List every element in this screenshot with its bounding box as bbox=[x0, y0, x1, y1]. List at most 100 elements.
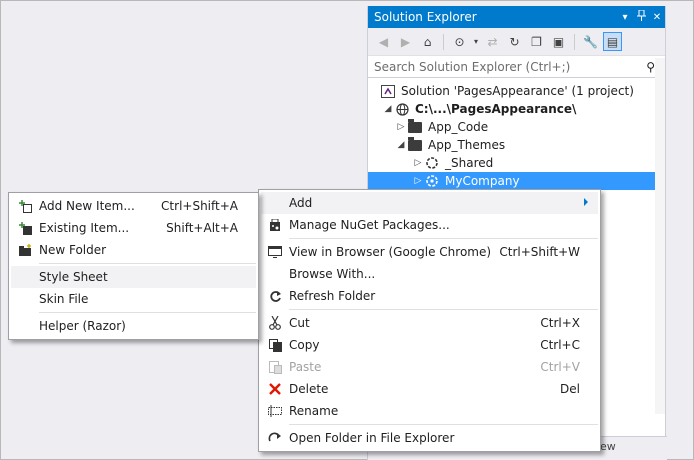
menu-separator bbox=[39, 263, 256, 264]
theme-icon bbox=[424, 156, 440, 170]
submenu-arrow-icon bbox=[584, 198, 588, 206]
expanded-arrow-icon[interactable]: ◢ bbox=[382, 104, 394, 114]
menu-item-open-folder-in-explorer[interactable]: Open Folder in File Explorer bbox=[261, 427, 598, 449]
solution-tree: Solution 'PagesAppearance' (1 project) ◢… bbox=[368, 82, 665, 190]
expanded-arrow-icon[interactable]: ◢ bbox=[395, 140, 407, 150]
tree-item-label: C:\...\PagesAppearance\ bbox=[415, 102, 577, 116]
submenu-item-helper-razor[interactable]: Helper (Razor) bbox=[11, 315, 256, 337]
panel-title: Solution Explorer bbox=[374, 10, 477, 24]
menu-item-view-in-browser[interactable]: View in Browser (Google Chrome) Ctrl+Shi… bbox=[261, 241, 598, 263]
submenu-item-style-sheet[interactable]: Style Sheet bbox=[11, 266, 256, 288]
paste-icon bbox=[261, 360, 289, 374]
solution-explorer-titlebar: Solution Explorer ▾ ✕ bbox=[368, 6, 665, 28]
tree-item-label: MyCompany bbox=[445, 174, 520, 188]
menu-item-label: Add bbox=[289, 196, 313, 210]
menu-item-manage-nuget[interactable]: Manage NuGet Packages... bbox=[261, 214, 598, 236]
menu-item-label: Copy bbox=[289, 338, 320, 352]
home-icon[interactable]: ⌂ bbox=[418, 32, 437, 51]
menu-separator bbox=[289, 238, 598, 239]
submenu-item-existing-item[interactable]: Existing Item... Shift+Alt+A bbox=[11, 217, 256, 239]
menu-item-paste[interactable]: Paste Ctrl+V bbox=[261, 356, 598, 378]
tree-item-label: App_Themes bbox=[428, 138, 506, 152]
collapsed-arrow-icon[interactable]: ▷ bbox=[395, 122, 407, 132]
show-all-files-icon[interactable]: ▣ bbox=[549, 32, 568, 51]
tree-item-label: _Shared bbox=[445, 156, 494, 170]
add-existing-item-icon bbox=[11, 221, 39, 235]
menu-separator bbox=[39, 312, 256, 313]
menu-item-delete[interactable]: Delete Del bbox=[261, 378, 598, 400]
folder-icon bbox=[407, 118, 423, 134]
refresh-icon bbox=[261, 290, 289, 303]
menu-item-shortcut: Del bbox=[560, 382, 580, 396]
add-submenu: Add New Item... Ctrl+Shift+A Existing It… bbox=[8, 192, 259, 340]
menu-item-label: Add New Item... bbox=[39, 199, 135, 213]
menu-item-shortcut: Ctrl+V bbox=[540, 360, 580, 374]
menu-item-label: Rename bbox=[289, 404, 339, 418]
tree-item-shared-theme[interactable]: ▷ _Shared bbox=[368, 154, 665, 172]
menu-item-label: Existing Item... bbox=[39, 221, 130, 235]
menu-item-label: Refresh Folder bbox=[289, 289, 376, 303]
forward-icon[interactable]: ▶ bbox=[396, 32, 415, 51]
close-icon[interactable]: ✕ bbox=[649, 12, 665, 23]
menu-item-refresh-folder[interactable]: Refresh Folder bbox=[261, 285, 598, 307]
menu-item-label: Manage NuGet Packages... bbox=[289, 218, 450, 232]
menu-item-label: Helper (Razor) bbox=[39, 319, 126, 333]
menu-item-shortcut: Ctrl+Shift+W bbox=[499, 245, 580, 259]
menu-item-shortcut: Ctrl+X bbox=[540, 316, 580, 330]
menu-item-label: Browse With... bbox=[289, 267, 376, 281]
chevron-down-icon[interactable]: ▾ bbox=[472, 32, 480, 51]
menu-item-add[interactable]: Add bbox=[261, 192, 598, 214]
open-folder-icon bbox=[261, 432, 289, 444]
sync-icon[interactable]: ⇄ bbox=[483, 32, 502, 51]
tree-item-label: App_Code bbox=[428, 120, 489, 134]
tree-item-label: Solution 'PagesAppearance' (1 project) bbox=[401, 84, 634, 98]
pin-icon[interactable] bbox=[633, 9, 649, 24]
search-icon[interactable]: ⚲ bbox=[646, 60, 655, 74]
vertical-scrollbar[interactable] bbox=[655, 58, 665, 414]
add-new-item-icon bbox=[11, 199, 39, 213]
search-input[interactable]: Search Solution Explorer (Ctrl+;) bbox=[374, 60, 646, 74]
properties-wrench-icon[interactable]: 🔧 bbox=[581, 32, 600, 51]
menu-item-shortcut: Shift+Alt+A bbox=[166, 221, 238, 235]
context-menu: Add Manage NuGet Packages... View in Bro… bbox=[258, 189, 601, 452]
back-icon[interactable]: ◀ bbox=[374, 32, 393, 51]
menu-item-browse-with[interactable]: Browse With... bbox=[261, 263, 598, 285]
tree-item-project[interactable]: ◢ C:\...\PagesAppearance\ bbox=[368, 100, 665, 118]
menu-item-label: Delete bbox=[289, 382, 329, 396]
menu-separator bbox=[289, 424, 598, 425]
website-globe-icon bbox=[394, 102, 410, 116]
dropdown-icon[interactable]: ▾ bbox=[617, 12, 633, 23]
tree-item-app-code[interactable]: ▷ App_Code bbox=[368, 118, 665, 136]
toolbar-separator bbox=[443, 33, 444, 50]
scissors-icon bbox=[261, 316, 289, 330]
refresh-icon[interactable]: ↻ bbox=[505, 32, 524, 51]
collapse-all-icon[interactable]: ❐ bbox=[527, 32, 546, 51]
menu-item-cut[interactable]: Cut Ctrl+X bbox=[261, 312, 598, 334]
submenu-item-add-new-item[interactable]: Add New Item... Ctrl+Shift+A bbox=[11, 195, 256, 217]
copy-icon bbox=[261, 338, 289, 352]
folder-icon bbox=[407, 136, 423, 152]
tree-item-solution[interactable]: Solution 'PagesAppearance' (1 project) bbox=[368, 82, 665, 100]
menu-item-label: Paste bbox=[289, 360, 322, 374]
nuget-icon bbox=[261, 218, 289, 232]
menu-item-rename[interactable]: Rename bbox=[261, 400, 598, 422]
menu-item-copy[interactable]: Copy Ctrl+C bbox=[261, 334, 598, 356]
menu-item-label: Open Folder in File Explorer bbox=[289, 431, 455, 445]
bottom-tab[interactable]: ew bbox=[600, 440, 616, 453]
delete-x-icon bbox=[261, 383, 289, 395]
collapsed-arrow-icon[interactable]: ▷ bbox=[412, 176, 424, 186]
toolbar-separator bbox=[574, 33, 575, 50]
menu-item-label: View in Browser (Google Chrome) bbox=[289, 245, 492, 259]
submenu-item-skin-file[interactable]: Skin File bbox=[11, 288, 256, 310]
preview-selected-items-icon[interactable]: ▤ bbox=[603, 32, 622, 51]
submenu-item-new-folder[interactable]: New Folder bbox=[11, 239, 256, 261]
menu-item-label: New Folder bbox=[39, 243, 107, 257]
pending-changes-filter-icon[interactable]: ⊙ bbox=[450, 32, 469, 51]
collapsed-arrow-icon[interactable]: ▷ bbox=[412, 158, 424, 168]
tree-item-app-themes[interactable]: ◢ App_Themes bbox=[368, 136, 665, 154]
solution-explorer-toolbar: ◀ ▶ ⌂ ⊙ ▾ ⇄ ↻ ❐ ▣ 🔧 ▤ bbox=[368, 28, 665, 56]
tree-item-mycompany-theme[interactable]: ▷ MyCompany bbox=[368, 172, 665, 190]
search-box[interactable]: Search Solution Explorer (Ctrl+;) ⚲ ▾ bbox=[368, 56, 665, 78]
menu-item-shortcut: Ctrl+C bbox=[540, 338, 580, 352]
solution-icon bbox=[380, 84, 396, 98]
